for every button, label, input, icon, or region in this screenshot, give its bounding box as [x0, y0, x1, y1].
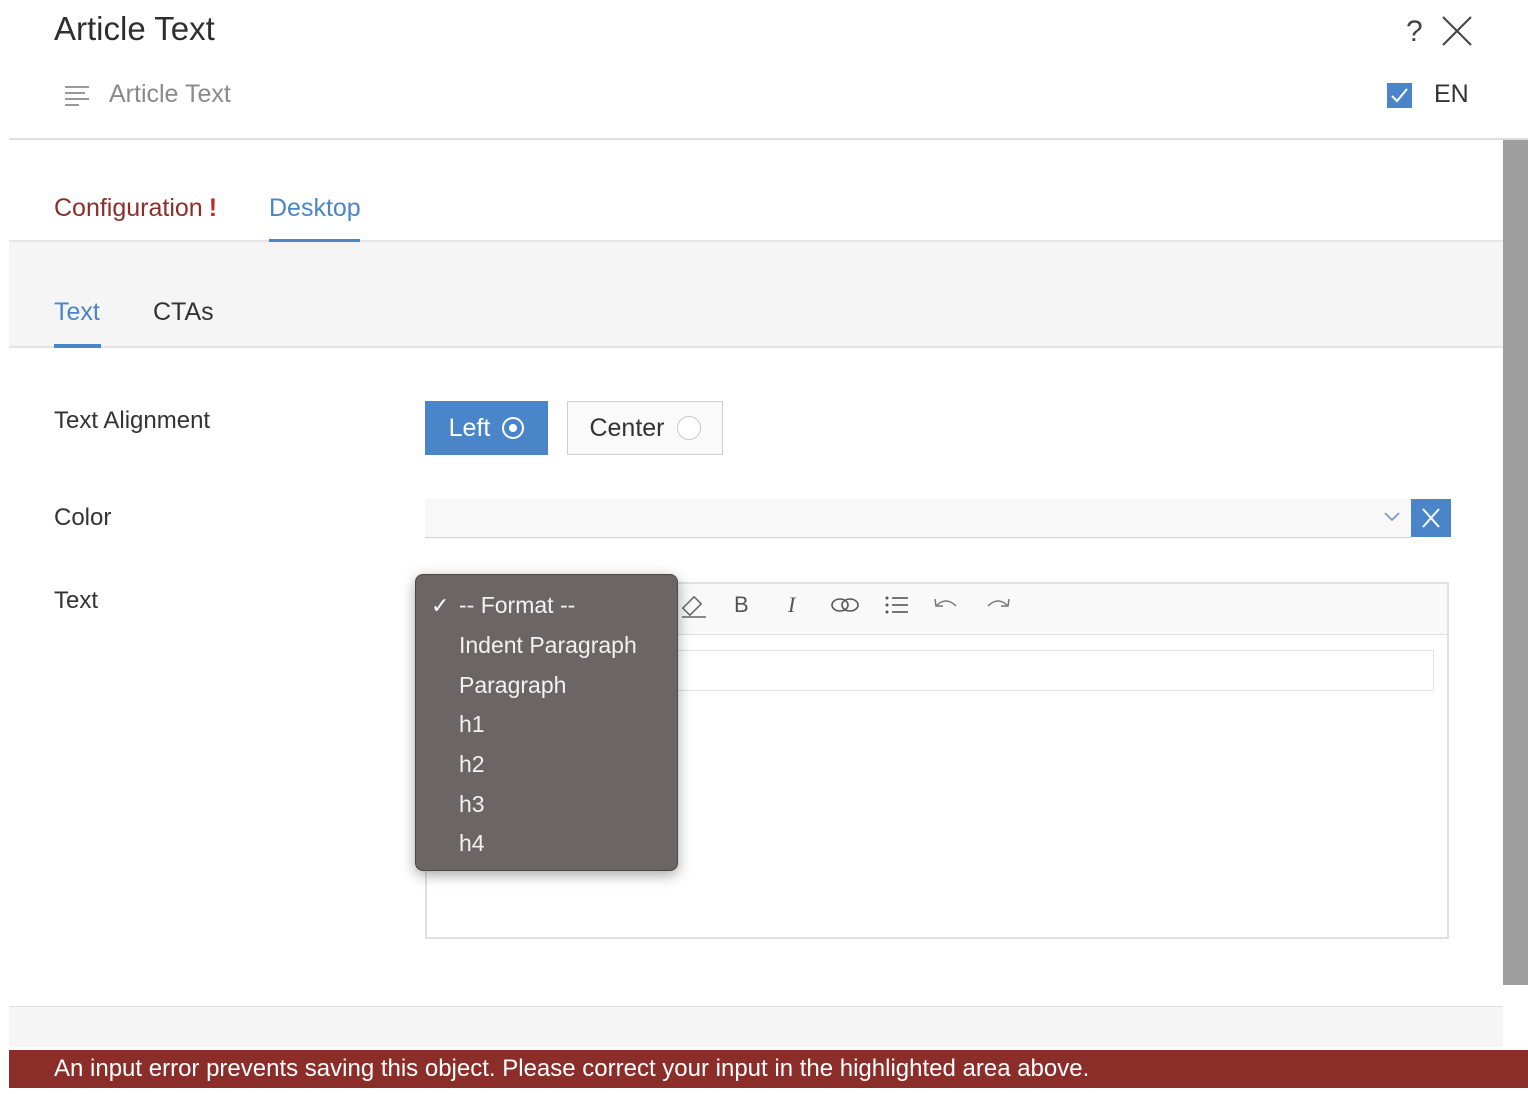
radio-selected-icon: [502, 417, 525, 439]
align-left-label: Left: [448, 413, 491, 442]
dialog-title: Article Text: [54, 10, 215, 47]
help-icon[interactable]: ?: [1406, 12, 1423, 52]
text-alignment-label: Text Alignment: [54, 407, 211, 434]
error-mark-icon: !: [208, 194, 218, 222]
eraser-icon[interactable]: [680, 594, 708, 620]
subtab-text-indicator: [54, 344, 101, 348]
italic-icon[interactable]: I: [788, 585, 795, 625]
subtabs-bar: [9, 242, 1503, 346]
subtab-text[interactable]: Text: [54, 298, 100, 327]
clear-color-button[interactable]: [1411, 499, 1451, 537]
language-label: EN: [1434, 80, 1469, 108]
color-select[interactable]: [425, 499, 1411, 538]
list-icon[interactable]: [884, 594, 910, 616]
chevron-down-icon[interactable]: [1382, 510, 1402, 524]
tab-configuration-label: Configuration: [54, 194, 203, 222]
align-left-button[interactable]: Left: [425, 401, 548, 455]
radio-unselected-icon: [676, 416, 701, 440]
tab-configuration[interactable]: Configuration!: [54, 194, 217, 223]
subtab-ctas[interactable]: CTAs: [153, 298, 214, 327]
format-option-indent-paragraph[interactable]: Indent Paragraph: [459, 632, 637, 659]
header-divider: [9, 138, 1528, 140]
redo-icon[interactable]: [984, 594, 1012, 614]
object-subtitle: Article Text: [109, 80, 231, 108]
footer-bar: [9, 1007, 1503, 1047]
format-option-h1[interactable]: h1: [459, 711, 485, 738]
checkmark-icon: ✓: [431, 593, 450, 618]
align-center-label: Center: [589, 413, 665, 442]
bold-icon[interactable]: B: [734, 585, 749, 625]
subtabs-divider: [9, 346, 1503, 348]
editor-content-area[interactable]: [677, 650, 1434, 691]
scrollbar[interactable]: [1503, 140, 1528, 985]
align-center-button[interactable]: Center: [567, 401, 723, 455]
format-option-paragraph[interactable]: Paragraph: [459, 672, 566, 699]
clear-icon: [1422, 508, 1440, 528]
format-dropdown-menu: ✓ -- Format -- Indent Paragraph Paragrap…: [415, 574, 678, 871]
text-lines-icon: [65, 86, 89, 106]
color-label: Color: [54, 504, 112, 531]
text-label: Text: [54, 587, 99, 614]
format-option-h3[interactable]: h3: [459, 791, 485, 818]
format-option-h2[interactable]: h2: [459, 751, 485, 778]
format-option-default[interactable]: -- Format --: [459, 592, 575, 619]
undo-icon[interactable]: [932, 594, 960, 614]
error-banner: An input error prevents saving this obje…: [9, 1050, 1528, 1088]
language-checkbox[interactable]: [1387, 83, 1412, 108]
checkmark-icon: [1391, 88, 1408, 103]
tab-desktop[interactable]: Desktop: [269, 194, 361, 223]
link-icon[interactable]: [830, 594, 860, 616]
close-icon[interactable]: [1440, 14, 1474, 48]
format-option-h4[interactable]: h4: [459, 830, 485, 857]
